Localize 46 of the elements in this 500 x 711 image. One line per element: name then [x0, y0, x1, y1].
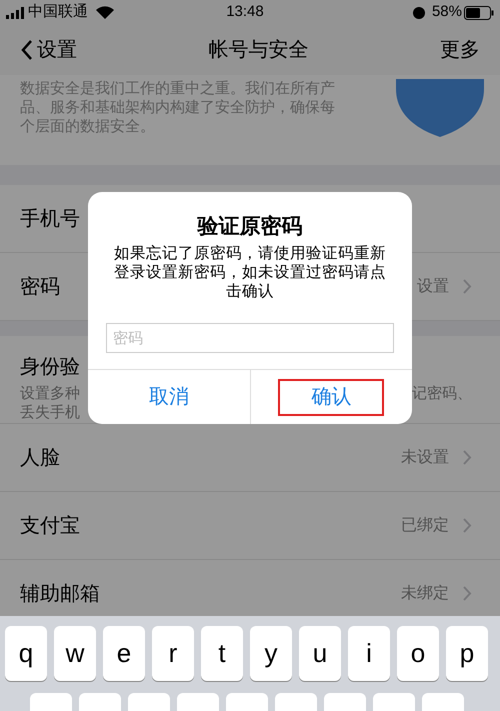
signal-icon — [6, 6, 26, 18]
back-button[interactable]: 设置 — [20, 35, 77, 65]
keyboard-key[interactable]: p — [446, 626, 488, 681]
row-label: 手机号 — [20, 206, 80, 232]
row-description: 设置多种 — [20, 384, 80, 403]
row-label: 身份验 — [20, 355, 81, 380]
keyboard-key[interactable]: o — [397, 626, 439, 681]
keyboard-key[interactable]: q — [5, 626, 47, 681]
status-time: 13:48 — [225, 2, 265, 22]
row-label: 密码 — [20, 274, 60, 300]
chevron-left-icon — [20, 39, 33, 61]
keyboard-key[interactable]: y — [250, 626, 292, 681]
more-button[interactable]: 更多 — [440, 35, 480, 65]
dialog-message: 如果忘记了原密码，请使用验证码重新登录设置新密码，如未设置过密码请点击确认 — [113, 244, 387, 301]
keyboard-key[interactable]: e — [103, 626, 145, 681]
password-field[interactable]: 密码 — [106, 323, 394, 353]
row-description: 丢失手机 — [20, 403, 80, 422]
keyboard-key[interactable]: i — [348, 626, 390, 681]
chevron-right-icon — [463, 586, 472, 601]
chevron-right-icon — [463, 450, 472, 465]
row-label: 人脸 — [20, 446, 60, 470]
row-value: 未设置 — [401, 448, 449, 468]
row-description: 记密码、 — [412, 384, 472, 404]
battery-percent: 58% — [432, 2, 462, 22]
settings-row[interactable]: 辅助邮箱 未绑定 — [0, 560, 500, 616]
dialog-title: 验证原密码 — [196, 214, 304, 240]
carrier-name: 中国联通 — [28, 2, 88, 22]
dialog-button[interactable]: 确认 — [278, 378, 384, 416]
row-value: 已绑定 — [401, 516, 449, 536]
settings-row[interactable]: 人脸 未设置 — [0, 424, 500, 492]
battery-icon — [464, 6, 494, 20]
keyboard-key[interactable]: r — [152, 626, 194, 681]
chevron-right-icon — [463, 279, 472, 294]
row-value: 设置 — [417, 276, 449, 296]
keyboard-key[interactable]: w — [54, 626, 96, 681]
settings-row[interactable]: 支付宝 已绑定 — [0, 492, 500, 560]
page-title: 帐号与安全 — [208, 38, 310, 63]
intro-text: 数据安全是我们工作的重中之重。我们在所有产品、服务和基础架构内构建了安全防护，确保每个层面的数据安全。 — [20, 79, 336, 137]
row-value: 未绑定 — [401, 584, 449, 604]
row-label: 辅助邮箱 — [20, 582, 100, 606]
wifi-icon — [96, 6, 114, 19]
dialog-button[interactable]: 取消 — [138, 378, 199, 416]
keyboard-key[interactable]: t — [201, 626, 243, 681]
row-label: 支付宝 — [20, 514, 80, 538]
chevron-right-icon — [463, 518, 472, 533]
keyboard-key[interactable]: u — [299, 626, 341, 681]
